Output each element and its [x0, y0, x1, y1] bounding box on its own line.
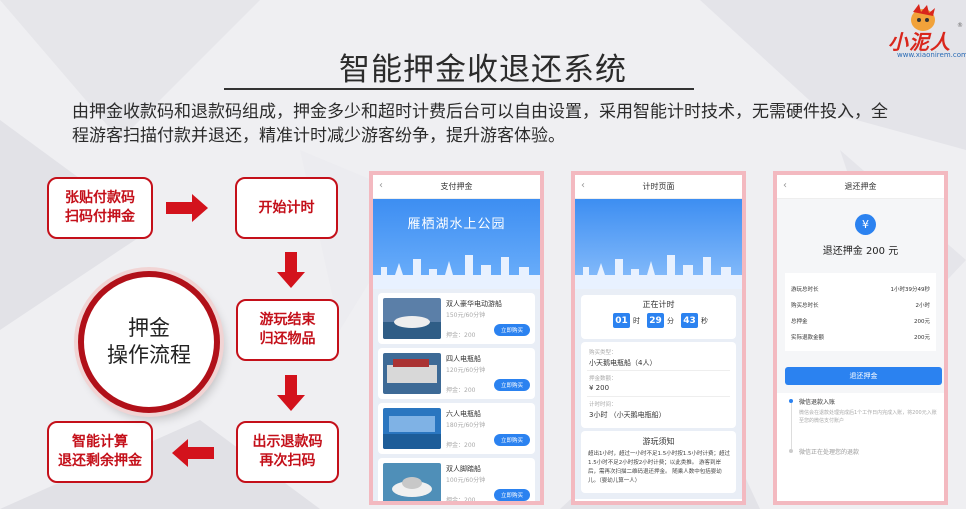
list-item: 双人豪华电动游船 150元/60分钟 押金：200 立即购买 — [378, 293, 535, 344]
buy-button[interactable]: 立即购买 — [494, 379, 530, 391]
timer-title: 正在计时 — [642, 300, 675, 309]
detail-row: 购买总时长 2小时 — [791, 301, 930, 311]
item-deposit: 押金：200 — [446, 497, 476, 504]
flow-step-return-items: 游玩结束 归还物品 — [236, 299, 339, 361]
phone-refund: ‹ 退还押金 ¥ 退还押金 200 元 游玩总时长 1小时39分49秒 购买总时长… — [773, 171, 948, 505]
deposit-value: ¥ 200 — [589, 384, 610, 392]
phone-pay-deposit: ‹ 支付押金 雁栖湖水上公园 双人豪华电动游船 150元/60分钟 押金：200… — [369, 171, 544, 505]
detail-value: 200元 — [914, 335, 930, 341]
timer-seconds: 43 — [681, 313, 698, 328]
arrow-down-icon — [277, 252, 305, 288]
title-underline — [224, 88, 694, 90]
refund-details: 游玩总时长 1小时39分49秒 购买总时长 2小时 总押金 200元 实际退款金额 20… — [785, 273, 936, 351]
buy-button[interactable]: 立即购买 — [494, 434, 530, 446]
item-deposit: 押金：200 — [446, 387, 476, 394]
phone-header-title: 支付押金 — [440, 182, 473, 191]
detail-row: 总押金 200元 — [791, 317, 930, 327]
item-deposit: 押金：200 — [446, 442, 476, 449]
phone-header: ‹ 退还押金 — [777, 175, 944, 199]
arrow-left-icon — [172, 439, 214, 467]
detail-value: 2小时 — [915, 303, 931, 309]
progress-dot — [789, 449, 793, 453]
back-icon[interactable]: ‹ — [581, 180, 585, 191]
type-label: 购买类型： — [589, 350, 617, 356]
phone-timing: ‹ 计时页面 正在计时 01 时 29 分 43 秒 购买类型： 小天鹅电瓶船（… — [571, 171, 746, 505]
list-item: 六人电瓶船 180元/60分钟 押金：200 立即购买 — [378, 403, 535, 454]
phone-header-title: 退还押金 — [844, 182, 877, 191]
order-info-panel: 购买类型： 小天鹅电瓶船（4人） 押金数额： ¥ 200 计时时间： 3小时 （… — [581, 342, 736, 428]
logo-registered-mark: ® — [957, 22, 963, 29]
buy-button[interactable]: 立即购买 — [494, 324, 530, 336]
notice-body: 超出1小时，超过一小时不足1.5小时按1.5小时计费；超过1.5小时不足2小时按… — [588, 451, 730, 484]
timer-panel: 正在计时 01 时 29 分 43 秒 — [581, 295, 736, 339]
refund-title: 退还押金 200 元 — [822, 246, 899, 257]
back-icon[interactable]: ‹ — [783, 180, 787, 191]
arrow-right-icon — [166, 194, 208, 222]
notice-panel: 游玩须知 超出1小时，超过一小时不足1.5小时按1.5小时计费；超过1.5小时不… — [581, 431, 736, 493]
divider — [587, 370, 730, 371]
timer-minutes: 29 — [647, 313, 664, 328]
boat-image — [383, 408, 441, 449]
product-list: 双人豪华电动游船 150元/60分钟 押金：200 立即购买 四人电瓶船 120… — [373, 289, 540, 504]
item-price: 100元/60分钟 — [446, 477, 486, 484]
flow-step-refund-remaining: 智能计算 退还剩余押金 — [47, 421, 153, 483]
flow-center-circle: 押金 操作流程 — [78, 271, 220, 413]
flow-step-start-timing: 开始计时 — [235, 177, 338, 239]
item-name: 六人电瓶船 — [446, 410, 481, 418]
flow-step-pay-deposit: 张贴付款码 扫码付押金 — [47, 177, 153, 239]
city-skyline-icon — [575, 255, 742, 289]
park-banner: 雁栖湖水上公园 — [373, 199, 540, 289]
flow-step-show-refund-code: 出示退款码 再次扫码 — [236, 421, 339, 483]
progress-step-1: 微信退款入账 — [799, 399, 836, 406]
phone-header: ‹ 支付押金 — [373, 175, 540, 199]
boat-image — [383, 353, 441, 394]
banner-title: 雁栖湖水上公园 — [407, 217, 506, 232]
type-value: 小天鹅电瓶船（4人） — [589, 359, 657, 367]
item-name: 双人豪华电动游船 — [446, 300, 502, 308]
arrow-down-icon — [277, 375, 305, 411]
back-icon[interactable]: ‹ — [379, 180, 383, 191]
phone-header: ‹ 计时页面 — [575, 175, 742, 199]
detail-label: 实际退款金额 — [791, 335, 825, 341]
detail-label: 购买总时长 — [791, 303, 819, 309]
page-title: 智能押金收退还系统 — [339, 52, 627, 88]
item-name: 双人脚踏船 — [446, 465, 481, 473]
detail-label: 总押金 — [791, 319, 808, 325]
buy-button[interactable]: 立即购买 — [494, 489, 530, 501]
item-price: 120元/60分钟 — [446, 367, 486, 374]
time-label: 计时时间： — [589, 402, 617, 408]
progress-step-1-desc: 微信会在退款处理完成后1个工作日内完成入账，将200元入账至您的微信支付账户 — [799, 410, 937, 424]
detail-label: 游玩总时长 — [791, 287, 819, 293]
list-item: 双人脚踏船 100元/60分钟 押金：200 立即购买 — [378, 458, 535, 504]
detail-value: 200元 — [914, 319, 930, 325]
refund-button[interactable]: 退还押金 — [785, 367, 942, 385]
list-item: 四人电瓶船 120元/60分钟 押金：200 立即购买 — [378, 348, 535, 399]
divider — [587, 396, 730, 397]
city-skyline-icon — [373, 255, 540, 289]
time-value: 3小时 （小天鹅电瓶船） — [589, 411, 666, 419]
item-price: 180元/60分钟 — [446, 422, 486, 429]
timer-hours-unit: 时 — [633, 317, 640, 325]
item-name: 四人电瓶船 — [446, 355, 481, 363]
yuan-icon: ¥ — [855, 214, 876, 235]
progress-dot-active — [789, 399, 793, 403]
boat-image — [383, 298, 441, 339]
detail-value: 1小时39分49秒 — [890, 287, 931, 293]
timer-seconds-unit: 秒 — [701, 317, 708, 325]
detail-row: 实际退款金额 200元 — [791, 333, 930, 343]
item-deposit: 押金：200 — [446, 332, 476, 339]
progress-step-2: 微信正在处理您的退款 — [799, 449, 860, 456]
deposit-label: 押金数额： — [589, 376, 617, 382]
timer-hours: 01 — [613, 313, 630, 328]
page-description: 由押金收款码和退款码组成，押金多少和超时计费后台可以自由设置，采用智能计时技术，… — [72, 102, 888, 146]
progress-line — [790, 403, 792, 449]
timer-minutes-unit: 分 — [667, 317, 674, 325]
detail-row: 游玩总时长 1小时39分49秒 — [791, 285, 930, 295]
item-price: 150元/60分钟 — [446, 312, 486, 319]
phone-header-title: 计时页面 — [642, 182, 675, 191]
timing-background: 正在计时 01 时 29 分 43 秒 购买类型： 小天鹅电瓶船（4人） 押金数… — [575, 199, 742, 499]
notice-title: 游玩须知 — [642, 437, 675, 446]
boat-image — [383, 463, 441, 501]
